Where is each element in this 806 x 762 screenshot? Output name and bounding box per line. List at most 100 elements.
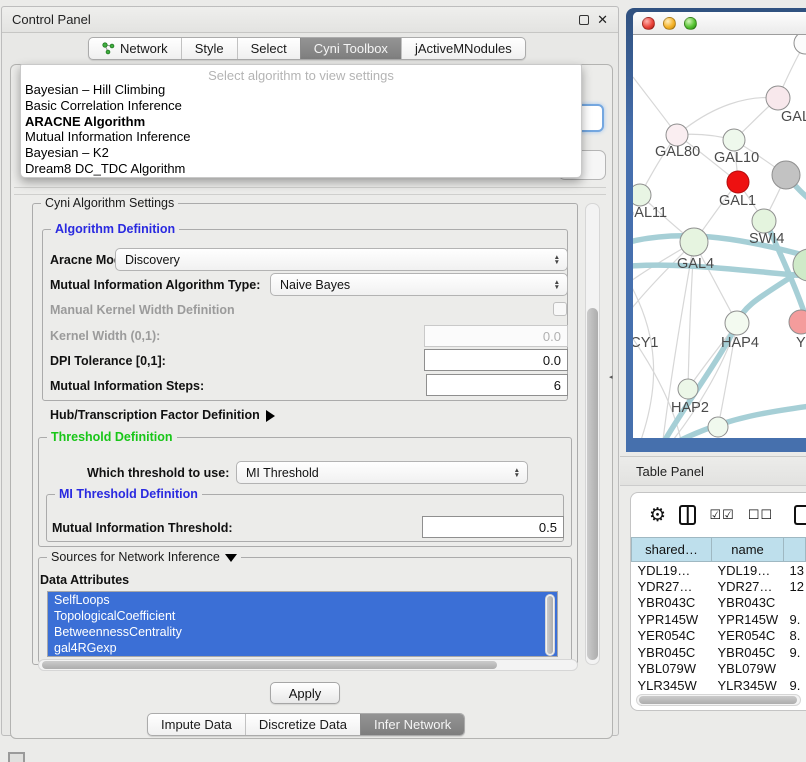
table-row[interactable]: YDR27…YDR27…12 [632, 578, 806, 595]
manual-kernel-width-label: Manual Kernel Width Definition [50, 303, 235, 317]
table-cell[interactable]: YDL19… [712, 562, 784, 579]
network-canvas[interactable]: GALGAL80GAL10GAL1SWI4GAL11GAL4GCY1HAP4YH… [633, 35, 806, 438]
network-node[interactable] [708, 417, 728, 437]
table-row[interactable]: YBR043CYBR043C [632, 595, 806, 612]
checked-pair-icon[interactable]: ☑☑ [709, 507, 734, 523]
network-edge-highlighted[interactable] [633, 265, 806, 277]
collapsed-panel-icon[interactable] [8, 752, 25, 762]
table-cell[interactable]: YLR345W [632, 677, 712, 694]
apply-button[interactable]: Apply [270, 682, 340, 704]
network-node[interactable] [766, 86, 790, 110]
table-cell[interactable]: YBR045C [712, 644, 784, 661]
hub-definition-expander[interactable]: Hub/Transcription Factor Definition [50, 408, 275, 422]
table-hscrollbar[interactable] [636, 694, 801, 706]
tab-impute-data[interactable]: Impute Data [148, 714, 245, 735]
network-node[interactable] [752, 209, 776, 233]
panel-divider-grip[interactable]: ◂ [609, 374, 616, 381]
settings-scrollbar[interactable] [585, 203, 600, 665]
table-row[interactable]: YBL079WYBL079W [632, 661, 806, 678]
column-header-name[interactable]: name [712, 538, 784, 562]
table-cell[interactable]: YBR045C [632, 644, 712, 661]
which-threshold-combo[interactable]: MI Threshold ▲▼ [236, 461, 528, 484]
algorithm-option[interactable]: Basic Correlation Inference [21, 98, 581, 114]
table-cell[interactable]: 9. [784, 611, 806, 628]
mi-threshold-field[interactable]: 0.5 [422, 516, 564, 538]
attribute-item[interactable]: BetweennessCentrality [48, 624, 557, 640]
table-cell[interactable]: YBR043C [712, 595, 784, 612]
column-header-clipped[interactable] [784, 538, 806, 562]
attribute-item[interactable]: TopologicalCoefficient [48, 608, 557, 624]
network-node[interactable] [680, 228, 708, 256]
sources-group-title[interactable]: Sources for Network Inference [47, 550, 241, 564]
table-cell[interactable]: YDL19… [632, 562, 712, 579]
network-node[interactable] [727, 171, 749, 193]
table-row[interactable]: YLR345WYLR345W9. [632, 677, 806, 694]
table-cell[interactable]: 8. [784, 628, 806, 645]
table-cell[interactable]: YDR27… [632, 578, 712, 595]
unchecked-pair-icon[interactable]: ☐☐ [748, 507, 773, 523]
tab-infer-network[interactable]: Infer Network [360, 714, 464, 735]
split-columns-icon[interactable] [679, 505, 696, 525]
algorithm-option-selected[interactable]: ARACNE Algorithm [21, 114, 581, 130]
table-cell[interactable] [784, 595, 806, 612]
mi-algorithm-type-combo[interactable]: Naive Bayes ▲▼ [270, 273, 568, 296]
table-header-row: shared… name [632, 538, 806, 562]
gear-icon[interactable]: ⚙ [649, 506, 666, 525]
attribute-item[interactable]: SelfLoops [48, 592, 557, 608]
table-cell[interactable]: YPR145W [632, 611, 712, 628]
mi-steps-field[interactable]: 6 [426, 374, 568, 396]
algorithm-option[interactable]: Mutual Information Inference [21, 129, 581, 145]
aracne-mode-combo[interactable]: Discovery ▲▼ [115, 248, 568, 271]
dpi-tolerance-field[interactable]: 0.0 [424, 349, 568, 371]
table-cell[interactable]: YDR27… [712, 578, 784, 595]
algorithm-option[interactable]: Dream8 DC_TDC Algorithm [21, 161, 581, 177]
table-cell[interactable]: YBR043C [632, 595, 712, 612]
network-node[interactable] [678, 379, 698, 399]
network-node[interactable] [666, 124, 688, 146]
kernel-width-field[interactable]: 0.0 [424, 325, 568, 347]
table-cell[interactable]: YBL079W [632, 661, 712, 678]
partial-column-icon[interactable] [794, 505, 806, 525]
tab-network[interactable]: Network [89, 38, 181, 59]
tab-jactivemnodules[interactable]: jActiveMNodules [401, 38, 525, 59]
close-traffic-light-icon[interactable] [642, 17, 655, 30]
data-attributes-list[interactable]: SelfLoops TopologicalCoefficient Between… [47, 591, 558, 657]
tab-style[interactable]: Style [181, 38, 237, 59]
network-node[interactable] [723, 129, 745, 151]
minimize-traffic-light-icon[interactable] [663, 17, 676, 30]
tab-cyni-toolbox[interactable]: Cyni Toolbox [300, 38, 401, 59]
table-cell[interactable]: 9. [784, 644, 806, 661]
column-header-shared-name[interactable]: shared… [632, 538, 712, 562]
settings-hscrollbar[interactable] [38, 659, 578, 671]
table-cell[interactable]: YER054C [632, 628, 712, 645]
manual-kernel-width-checkbox[interactable] [553, 302, 567, 316]
table-cell[interactable]: YBL079W [712, 661, 784, 678]
network-node[interactable] [789, 310, 806, 334]
table-row[interactable]: YPR145WYPR145W9. [632, 611, 806, 628]
table-row[interactable]: YDL19…YDL19…13 [632, 562, 806, 579]
tab-select[interactable]: Select [237, 38, 300, 59]
table-cell[interactable]: YLR345W [712, 677, 784, 694]
float-window-icon[interactable] [579, 15, 589, 25]
network-node[interactable] [725, 311, 749, 335]
table-cell[interactable]: YPR145W [712, 611, 784, 628]
tab-discretize-data[interactable]: Discretize Data [245, 714, 360, 735]
close-icon[interactable]: ✕ [597, 15, 608, 25]
table-cell[interactable]: 13 [784, 562, 806, 579]
table-row[interactable]: YER054CYER054C8. [632, 628, 806, 645]
table-cell[interactable]: YER054C [712, 628, 784, 645]
algorithm-option[interactable]: Bayesian – K2 [21, 145, 581, 161]
network-edge[interactable] [633, 275, 654, 438]
table-cell[interactable] [784, 661, 806, 678]
network-edge[interactable] [677, 97, 778, 135]
table-row[interactable]: YBR045CYBR045C9. [632, 644, 806, 661]
attributes-list-scrollbar[interactable] [545, 594, 555, 656]
network-node[interactable] [794, 35, 806, 54]
zoom-traffic-light-icon[interactable] [684, 17, 697, 30]
network-node[interactable] [633, 184, 651, 206]
network-node[interactable] [772, 161, 800, 189]
table-cell[interactable]: 9. [784, 677, 806, 694]
algorithm-option[interactable]: Bayesian – Hill Climbing [21, 82, 581, 98]
table-cell[interactable]: 12 [784, 578, 806, 595]
attribute-item[interactable]: gal4RGexp [48, 640, 557, 656]
